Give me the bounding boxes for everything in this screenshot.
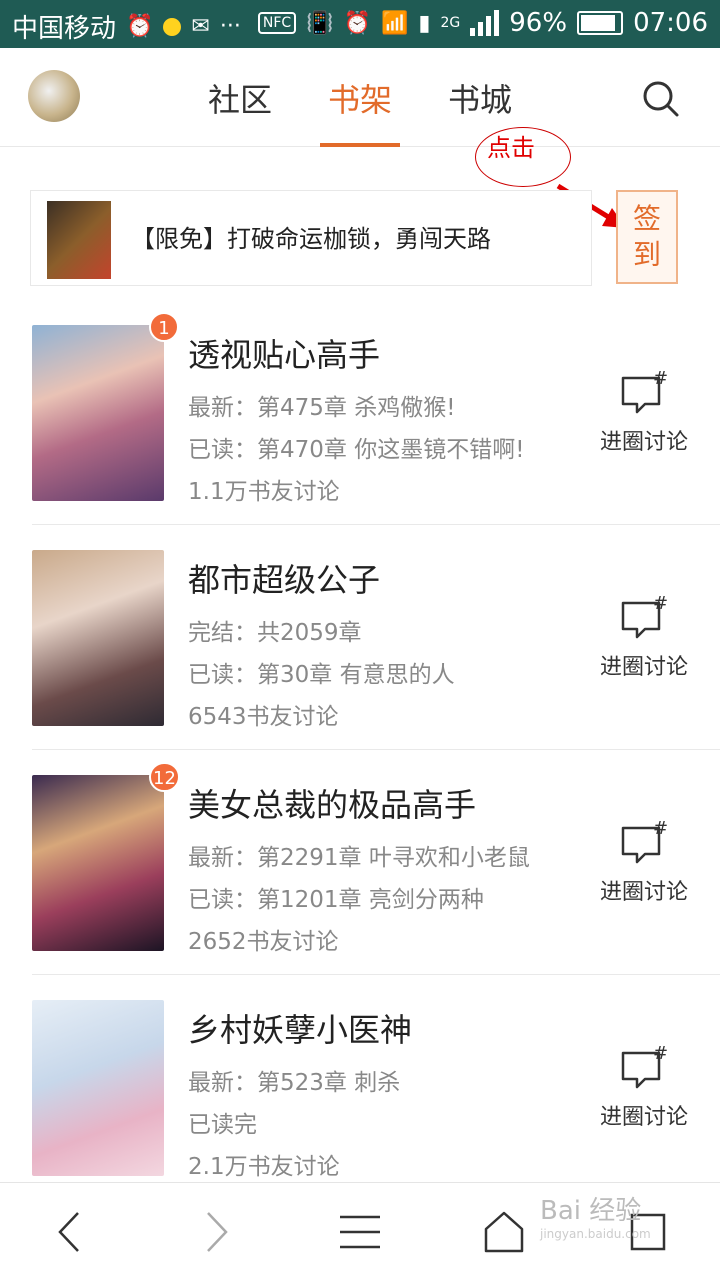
- home-icon[interactable]: [474, 1209, 534, 1255]
- discussion-icon: #: [621, 595, 668, 639]
- svg-text:#: #: [653, 370, 668, 389]
- join-discussion-button[interactable]: # 进圈讨论: [598, 370, 690, 456]
- more-notifications-icon: ···: [219, 14, 241, 39]
- promo-book-cover: [47, 201, 111, 279]
- join-discussion-label: 进圈讨论: [599, 880, 688, 905]
- wechat-icon: ✉: [191, 14, 210, 39]
- discussion-count: 6543书友讨论: [188, 704, 339, 730]
- discussion-count: 2652书友讨论: [188, 929, 339, 955]
- back-icon[interactable]: [40, 1209, 100, 1255]
- update-badge: 12: [149, 762, 180, 792]
- nfc-icon: NFC: [257, 12, 297, 34]
- check-in-label-1: 签: [632, 202, 661, 235]
- svg-text:#: #: [653, 820, 668, 839]
- avatar[interactable]: [28, 70, 80, 122]
- network-type: 2G: [440, 15, 461, 31]
- join-discussion-button[interactable]: # 进圈讨论: [598, 1045, 690, 1131]
- carrier-name: 中国移动: [12, 14, 117, 44]
- check-in-button[interactable]: 签 到: [616, 190, 678, 284]
- join-discussion-label: 进圈讨论: [599, 655, 688, 680]
- read-progress: 已读：第1201章 亮剑分两种: [188, 887, 484, 913]
- notification-dot-icon: [163, 17, 182, 36]
- svg-text:#: #: [653, 595, 668, 614]
- discussion-count: 2.1万书友讨论: [188, 1154, 340, 1180]
- list-item[interactable]: 乡村妖孽小医神 最新：第523章 刺杀 已读完 2.1万书友讨论 # 进圈讨论: [0, 975, 720, 1200]
- discussion-count: 1.1万书友讨论: [188, 479, 340, 505]
- book-cover[interactable]: [32, 1000, 164, 1176]
- list-item[interactable]: 12 美女总裁的极品高手 最新：第2291章 叶寻欢和小老鼠 已读：第1201章…: [0, 750, 720, 975]
- menu-icon[interactable]: [330, 1209, 390, 1255]
- status-bar: 中国移动 ⏰ ✉ ··· NFC 📳 ⏰ 📶 ▮ 2G 96% 07:06: [0, 0, 720, 48]
- tab-community[interactable]: 社区: [180, 48, 300, 146]
- latest-chapter: 最新：第523章 刺杀: [188, 1070, 401, 1096]
- bookshelf-list: 1 透视贴心高手 最新：第475章 杀鸡儆猴! 已读：第470章 你这墨镜不错啊…: [0, 300, 720, 1200]
- latest-chapter: 完结：共2059章: [188, 620, 362, 646]
- signal-icon: [470, 10, 500, 36]
- join-discussion-label: 进圈讨论: [599, 430, 688, 455]
- alarm-icon: ⏰: [126, 14, 154, 39]
- book-cover[interactable]: [32, 775, 164, 951]
- latest-chapter: 最新：第2291章 叶寻欢和小老鼠: [188, 845, 530, 871]
- alarm-clock-icon: ⏰: [343, 10, 371, 36]
- watermark-url: jingyan.baidu.com: [540, 1227, 651, 1241]
- book-title[interactable]: 都市超级公子: [188, 555, 380, 601]
- discussion-icon: #: [621, 820, 668, 864]
- watermark-text: Bai 经验: [540, 1196, 642, 1226]
- latest-chapter: 最新：第475章 杀鸡儆猴!: [188, 395, 456, 421]
- battery-icon: [577, 11, 624, 35]
- promo-banner[interactable]: 【限免】打破命运枷锁，勇闯天路: [30, 190, 592, 286]
- tab-bar: 社区 书架 书城: [180, 48, 540, 147]
- update-badge: 1: [149, 312, 179, 342]
- read-progress: 已读：第470章 你这墨镜不错啊!: [188, 437, 525, 463]
- forward-icon[interactable]: [186, 1209, 246, 1255]
- annotation-label: 点击: [487, 136, 535, 162]
- discussion-icon: #: [621, 370, 668, 414]
- top-navigation: 社区 书架 书城: [0, 48, 720, 147]
- wifi-icon: 📶: [380, 10, 409, 36]
- read-progress: 已读完: [188, 1112, 257, 1138]
- book-title[interactable]: 乡村妖孽小医神: [188, 1005, 412, 1051]
- list-item[interactable]: 1 透视贴心高手 最新：第475章 杀鸡儆猴! 已读：第470章 你这墨镜不错啊…: [0, 300, 720, 525]
- join-discussion-button[interactable]: # 进圈讨论: [598, 595, 690, 681]
- promo-text: 【限免】打破命运枷锁，勇闯天路: [131, 225, 491, 253]
- join-discussion-label: 进圈讨论: [599, 1105, 688, 1130]
- vibrate-icon: 📳: [306, 10, 334, 36]
- watermark: Bai 经验 jingyan.baidu.com: [540, 1190, 651, 1241]
- tab-bookshelf[interactable]: 书架: [300, 48, 420, 147]
- list-item[interactable]: 都市超级公子 完结：共2059章 已读：第30章 有意思的人 6543书友讨论 …: [0, 525, 720, 750]
- discussion-icon: #: [621, 1045, 668, 1089]
- sim-icon: ▮: [418, 10, 431, 36]
- book-title[interactable]: 透视贴心高手: [188, 330, 380, 376]
- svg-text:#: #: [653, 1045, 668, 1064]
- read-progress: 已读：第30章 有意思的人: [188, 662, 455, 688]
- join-discussion-button[interactable]: # 进圈讨论: [598, 820, 690, 906]
- battery-percent: 96%: [509, 8, 568, 38]
- clock: 07:06: [633, 8, 708, 38]
- book-cover[interactable]: [32, 550, 164, 726]
- search-icon[interactable]: [640, 78, 680, 118]
- book-title[interactable]: 美女总裁的极品高手: [188, 780, 476, 826]
- book-cover[interactable]: [32, 325, 164, 501]
- check-in-label-2: 到: [632, 238, 661, 271]
